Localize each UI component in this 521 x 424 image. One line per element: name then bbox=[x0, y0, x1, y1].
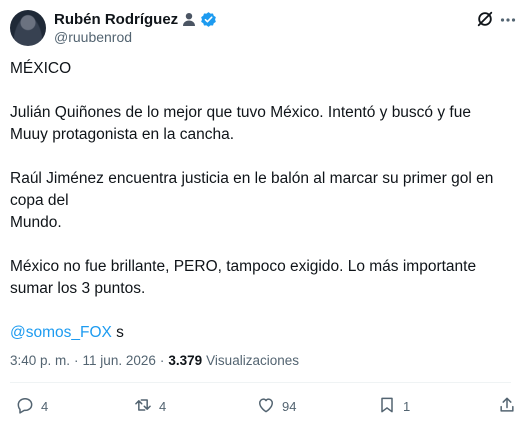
reply-button[interactable]: 4 bbox=[15, 395, 48, 418]
tweet-paragraph: México no fue brillante, PERO, tampoco e… bbox=[10, 258, 477, 297]
share-button[interactable] bbox=[497, 395, 517, 418]
tweet-meta: 3:40 p. m. · 11 jun. 2026 · 3.379 Visual… bbox=[10, 353, 299, 368]
views-count: 3.379 bbox=[168, 353, 203, 368]
heart-icon bbox=[256, 395, 276, 418]
divider bbox=[10, 382, 511, 383]
bookmark-icon bbox=[377, 395, 397, 418]
repost-button[interactable]: 4 bbox=[133, 395, 166, 418]
mention-suffix: s bbox=[111, 324, 124, 341]
tweet-date[interactable]: 11 jun. 2026 bbox=[83, 353, 156, 368]
meta-separator: · bbox=[159, 353, 165, 368]
grok-icon[interactable] bbox=[476, 10, 494, 28]
author-name-row: Rubén Rodríguez bbox=[54, 10, 217, 28]
meta-separator: · bbox=[74, 353, 79, 368]
tweet-paragraph: Julián Quiñones de lo mejor que tuvo Méx… bbox=[10, 104, 471, 143]
repost-count: 4 bbox=[159, 399, 167, 414]
author-name[interactable]: Rubén Rodríguez bbox=[54, 11, 178, 28]
reply-count: 4 bbox=[41, 399, 49, 414]
tweet-paragraph: Raúl Jiménez encuentra justicia en le ba… bbox=[10, 170, 494, 231]
bookmark-count: 1 bbox=[403, 399, 411, 414]
more-options-icon[interactable] bbox=[500, 12, 516, 28]
author-handle[interactable]: @ruubenrod bbox=[54, 29, 132, 45]
tweet-text: MÉXICO Julián Quiñones de lo mejor que t… bbox=[10, 58, 510, 344]
repost-icon bbox=[133, 395, 153, 418]
tweet-time[interactable]: 3:40 p. m. bbox=[10, 353, 70, 368]
tweet-paragraph: MÉXICO bbox=[10, 60, 72, 77]
like-button[interactable]: 94 bbox=[256, 395, 296, 418]
bust-icon bbox=[181, 11, 197, 27]
tweet-mention-line: @somos_FOX s bbox=[10, 322, 510, 344]
action-bar: 4 4 94 1 bbox=[0, 395, 521, 421]
mention-link[interactable]: @somos_FOX bbox=[10, 324, 112, 341]
verified-badge-icon[interactable] bbox=[200, 11, 217, 28]
like-count: 94 bbox=[282, 399, 297, 414]
avatar[interactable] bbox=[10, 10, 46, 46]
reply-icon bbox=[15, 395, 35, 418]
share-icon bbox=[497, 395, 517, 418]
bookmark-button[interactable]: 1 bbox=[377, 395, 410, 418]
views-label: Visualizaciones bbox=[206, 353, 299, 368]
